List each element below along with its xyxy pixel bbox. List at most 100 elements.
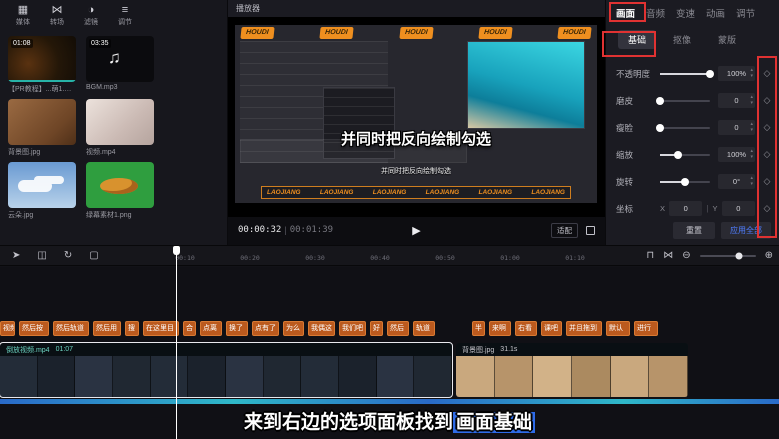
fit-dropdown[interactable]: 适配 xyxy=(551,223,578,238)
media-thumbnail[interactable] xyxy=(86,162,154,208)
slider-knob[interactable] xyxy=(706,70,714,78)
text-clip[interactable]: 点离 xyxy=(200,321,222,336)
play-icon[interactable]: ▶ xyxy=(412,224,420,237)
text-clip[interactable]: 为么 xyxy=(283,321,304,336)
filmstrip-frame xyxy=(611,356,650,397)
props-tab[interactable]: 画面 xyxy=(616,6,635,20)
video-frame[interactable]: HOUDIHOUDIHOUDIHOUDIHOUDI 并同时把反向绘制勾选 并同时… xyxy=(235,25,597,203)
props-subtab[interactable]: 基础 xyxy=(618,30,656,49)
stepper-arrows[interactable]: ▴▾ xyxy=(750,94,753,106)
text-clip[interactable]: 搜 xyxy=(125,321,139,336)
property-slider[interactable] xyxy=(660,73,710,75)
text-clip[interactable]: 来啊 xyxy=(489,321,511,336)
media-item[interactable]: 云朵.jpg xyxy=(8,162,76,220)
media-item[interactable]: ♫ 03:35 BGM.mp3 xyxy=(86,36,154,94)
apply-all-button[interactable]: 应用全部 xyxy=(721,222,771,239)
reset-button[interactable]: 重置 xyxy=(673,222,715,239)
toolbar-item[interactable]: ≡调节 xyxy=(110,4,140,27)
text-clip[interactable]: 我偶这 xyxy=(308,321,335,336)
text-clip[interactable]: 点有了 xyxy=(252,321,279,336)
text-clip[interactable]: 好 xyxy=(370,321,383,336)
stepper-arrows[interactable]: ▴▾ xyxy=(750,175,753,187)
media-thumbnail[interactable]: 01:08 xyxy=(8,36,76,82)
media-item[interactable]: 视频.mp4 xyxy=(86,99,154,157)
stepper-arrows[interactable]: ▴▾ xyxy=(750,67,753,79)
media-thumbnail[interactable] xyxy=(8,99,76,145)
props-tab[interactable]: 调节 xyxy=(736,6,755,20)
text-clip[interactable]: 然后 xyxy=(387,321,409,336)
filmstrip-frame xyxy=(0,356,38,397)
keyframe-icon[interactable]: ◇ xyxy=(759,122,775,133)
magnet-icon[interactable]: ⊓ xyxy=(646,251,654,261)
crop-icon[interactable]: ▢ xyxy=(89,251,98,261)
keyframe-icon[interactable]: ◇ xyxy=(759,68,775,79)
property-slider[interactable] xyxy=(660,127,710,129)
toolbar-item[interactable]: ◑滤镜 xyxy=(76,4,106,27)
text-clip[interactable]: 视频 xyxy=(0,321,15,336)
keyframe-icon[interactable]: ◇ xyxy=(759,176,775,187)
text-clip[interactable]: 然后用 xyxy=(93,321,121,336)
video-clip[interactable]: 背景图.jpg 31.1s xyxy=(456,343,688,397)
value-input[interactable]: 0▴▾ xyxy=(718,120,755,135)
rotate-icon[interactable]: ↻ xyxy=(64,251,72,261)
text-clip[interactable]: 进行 xyxy=(634,321,658,336)
slider-knob[interactable] xyxy=(681,178,689,186)
zoom-out-icon[interactable]: ⊖ xyxy=(682,251,690,261)
zoom-slider-knob[interactable] xyxy=(735,252,742,259)
props-subtab[interactable]: 蒙版 xyxy=(708,30,746,49)
text-clip[interactable]: 右看 xyxy=(515,321,537,336)
text-clip[interactable]: 我们吧 xyxy=(339,321,366,336)
media-item-name: 【PR教程】...萌1.mp4 xyxy=(8,84,76,94)
text-clip[interactable]: 轨道 xyxy=(413,321,435,336)
video-clip[interactable]: 倒放视频.mp4 01:07 xyxy=(0,343,452,397)
props-tab[interactable]: 音频 xyxy=(646,6,665,20)
props-tab[interactable]: 动画 xyxy=(706,6,725,20)
x-coordinate-input[interactable]: 0 xyxy=(669,201,702,216)
text-clip[interactable]: 默认 xyxy=(606,321,630,336)
value-input[interactable]: 100%▴▾ xyxy=(718,66,755,81)
value-input[interactable]: 100%▴▾ xyxy=(718,147,755,162)
text-clip[interactable]: 在这里目 xyxy=(143,321,179,336)
props-tab[interactable]: 变速 xyxy=(676,6,695,20)
text-clip[interactable]: 然后轨道 xyxy=(53,321,89,336)
fullscreen-icon[interactable] xyxy=(586,226,595,235)
text-clip[interactable]: 并且拖到 xyxy=(566,321,602,336)
props-subtab[interactable]: 抠像 xyxy=(663,30,701,49)
zoom-in-icon[interactable]: ⊕ xyxy=(765,251,773,261)
property-slider[interactable] xyxy=(660,181,710,183)
text-clip[interactable]: 半 xyxy=(472,321,485,336)
y-coordinate-input[interactable]: 0 xyxy=(722,201,755,216)
stepper-arrows[interactable]: ▴▾ xyxy=(750,148,753,160)
value-input[interactable]: 0▴▾ xyxy=(718,93,755,108)
select-icon[interactable]: ➤ xyxy=(12,251,20,261)
props-footer: 重置 应用全部 xyxy=(673,222,771,239)
keyframe-icon[interactable]: ◇ xyxy=(759,95,775,106)
media-item[interactable]: 绿幕素材1.png xyxy=(86,162,154,220)
keyframe-icon[interactable]: ◇ xyxy=(759,203,775,214)
playhead-handle[interactable] xyxy=(173,246,180,255)
property-row: 旋转0°▴▾◇ xyxy=(616,168,775,195)
timeline-zoom-slider[interactable] xyxy=(700,255,756,257)
value-input[interactable]: 0°▴▾ xyxy=(718,174,755,189)
slider-knob[interactable] xyxy=(656,97,664,105)
media-thumbnail[interactable] xyxy=(8,162,76,208)
media-thumbnail[interactable] xyxy=(86,99,154,145)
text-clip[interactable]: 换了 xyxy=(226,321,248,336)
media-item[interactable]: 背景图.jpg xyxy=(8,99,76,157)
audio-track[interactable] xyxy=(0,399,779,404)
link-icon[interactable]: ⋈ xyxy=(663,251,673,261)
text-clip[interactable]: 然后按 xyxy=(19,321,49,336)
mirror-icon[interactable]: ◫ xyxy=(37,251,46,261)
slider-knob[interactable] xyxy=(674,151,682,159)
stepper-arrows[interactable]: ▴▾ xyxy=(750,121,753,133)
media-item[interactable]: 01:08 【PR教程】...萌1.mp4 xyxy=(8,36,76,94)
toolbar-item[interactable]: ⋈转场 xyxy=(42,4,72,27)
text-clip[interactable]: 合 xyxy=(183,321,196,336)
media-thumbnail[interactable]: ♫ 03:35 xyxy=(86,36,154,82)
property-slider[interactable] xyxy=(660,154,710,156)
toolbar-item[interactable]: ▦媒体 xyxy=(8,4,38,27)
text-clip[interactable]: 课吧 xyxy=(541,321,562,336)
keyframe-icon[interactable]: ◇ xyxy=(759,149,775,160)
slider-knob[interactable] xyxy=(656,124,664,132)
property-slider[interactable] xyxy=(660,100,710,102)
